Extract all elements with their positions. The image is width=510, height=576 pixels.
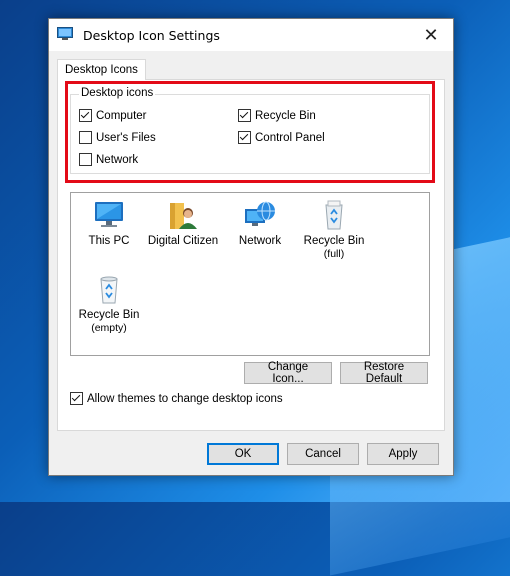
monitor-icon bbox=[95, 202, 123, 227]
icon-label: This PC bbox=[88, 235, 130, 247]
checkbox-unchecked-icon bbox=[79, 131, 92, 144]
checkbox-control-panel[interactable]: Control Panel bbox=[238, 131, 325, 144]
close-button[interactable]: ✕ bbox=[409, 19, 453, 51]
icon-item-this-pc[interactable]: This PC bbox=[71, 199, 147, 248]
desktop-icon-settings-dialog: Desktop Icon Settings ✕ Desktop Icons De… bbox=[48, 18, 454, 476]
checkbox-label: User's Files bbox=[96, 131, 156, 144]
tab-panel: Desktop icons Computer Recycle Bin User'… bbox=[57, 79, 445, 431]
desktop-icons-groupbox: Desktop icons Computer Recycle Bin User'… bbox=[70, 87, 430, 174]
icon-sublabel: (empty) bbox=[91, 322, 127, 334]
checkbox-label: Network bbox=[96, 153, 139, 166]
recycle-bin-empty-icon bbox=[100, 276, 118, 304]
apply-button[interactable]: Apply bbox=[367, 443, 439, 465]
icon-item-recycle-bin-empty[interactable]: Recycle Bin (empty) bbox=[71, 273, 147, 335]
icon-sublabel: (full) bbox=[323, 248, 345, 260]
checkbox-checked-icon bbox=[238, 131, 251, 144]
title-bar: Desktop Icon Settings ✕ bbox=[49, 19, 453, 51]
icon-item-network[interactable]: Network bbox=[222, 199, 298, 248]
icon-label: Recycle Bin bbox=[303, 235, 365, 247]
restore-default-button[interactable]: Restore Default bbox=[340, 361, 428, 385]
recycle-bin-full-icon bbox=[325, 200, 343, 230]
dialog-button-bar: OK Cancel Apply bbox=[49, 435, 453, 475]
network-globe-icon bbox=[245, 201, 275, 226]
checkbox-recycle-bin[interactable]: Recycle Bin bbox=[238, 109, 316, 122]
tab-desktop-icons[interactable]: Desktop Icons bbox=[57, 59, 146, 80]
icon-label: Network bbox=[238, 235, 282, 247]
icon-item-digital-citizen[interactable]: Digital Citizen bbox=[145, 199, 221, 248]
cancel-button[interactable]: Cancel bbox=[287, 443, 359, 465]
change-icon-button[interactable]: Change Icon... bbox=[244, 361, 332, 385]
icon-label: Recycle Bin bbox=[78, 309, 140, 321]
checkbox-checked-icon bbox=[70, 392, 83, 405]
checkbox-label: Recycle Bin bbox=[255, 109, 316, 122]
icon-list[interactable]: This PC Digital Citizen Network Recycle … bbox=[70, 192, 430, 356]
desktop-settings-icon bbox=[57, 27, 73, 40]
icon-item-recycle-bin-full[interactable]: Recycle Bin (full) bbox=[296, 199, 372, 261]
icon-label: Digital Citizen bbox=[147, 235, 219, 247]
ok-button[interactable]: OK bbox=[207, 443, 279, 465]
checkbox-computer[interactable]: Computer bbox=[79, 109, 147, 122]
checkbox-allow-themes[interactable]: Allow themes to change desktop icons bbox=[70, 392, 283, 405]
checkbox-checked-icon bbox=[79, 109, 92, 122]
checkbox-unchecked-icon bbox=[79, 153, 92, 166]
checkbox-network[interactable]: Network bbox=[79, 153, 138, 166]
user-folder-icon bbox=[170, 203, 197, 229]
groupbox-legend: Desktop icons bbox=[79, 87, 156, 99]
close-icon: ✕ bbox=[423, 24, 439, 45]
checkbox-label: Control Panel bbox=[255, 131, 325, 144]
window-title: Desktop Icon Settings bbox=[83, 28, 220, 43]
checkbox-checked-icon bbox=[238, 109, 251, 122]
checkbox-label: Allow themes to change desktop icons bbox=[87, 392, 283, 405]
checkbox-label: Computer bbox=[96, 109, 147, 122]
checkbox-users-files[interactable]: User's Files bbox=[79, 131, 156, 144]
